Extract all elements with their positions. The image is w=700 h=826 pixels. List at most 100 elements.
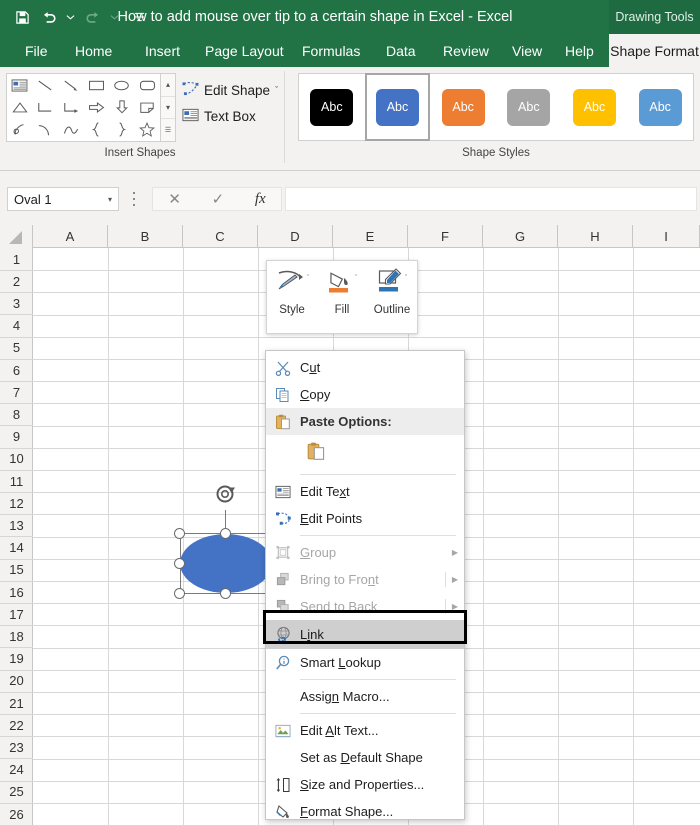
- fill-dropdown-icon[interactable]: ˇ: [355, 275, 357, 282]
- cancel-formula-icon[interactable]: ✕: [168, 190, 181, 208]
- context-menu-item-copy[interactable]: Copy: [266, 381, 464, 408]
- redo-dropdown-icon[interactable]: [110, 9, 119, 26]
- tab-home[interactable]: Home: [66, 34, 121, 67]
- row-header-25[interactable]: 25: [0, 781, 33, 804]
- shapes-scroll-down-icon[interactable]: ▾: [161, 95, 175, 119]
- column-header-i[interactable]: I: [633, 225, 700, 248]
- tab-help[interactable]: Help: [556, 34, 603, 67]
- column-header-g[interactable]: G: [483, 225, 558, 248]
- context-menu-item-smart-lookup[interactable]: Smart Lookup: [266, 649, 464, 676]
- scribble-icon[interactable]: [7, 119, 33, 141]
- row-header-11[interactable]: 11: [0, 470, 33, 493]
- tab-review[interactable]: Review: [434, 34, 498, 67]
- right-brace-icon[interactable]: [109, 119, 135, 141]
- mini-toolbar-style-button[interactable]: ˇ Style: [267, 261, 317, 333]
- rectangle-icon[interactable]: [84, 74, 110, 96]
- triangle-icon[interactable]: [7, 96, 33, 118]
- tab-shape-format[interactable]: Shape Format: [609, 34, 700, 67]
- line-icon[interactable]: [33, 74, 59, 96]
- row-header-26[interactable]: 26: [0, 803, 33, 826]
- shapes-gallery-more-icon[interactable]: ☰: [161, 118, 175, 141]
- insert-function-icon[interactable]: fx: [255, 191, 266, 208]
- undo-icon[interactable]: [40, 9, 57, 26]
- context-menu-item-paste-keep-source[interactable]: [266, 435, 464, 471]
- context-menu-item-edit-text[interactable]: Edit Text: [266, 478, 464, 505]
- name-box-dropdown-icon[interactable]: ▾: [108, 195, 112, 204]
- shape-style-black[interactable]: Abc: [299, 73, 365, 141]
- shape-style-orange[interactable]: Abc: [430, 73, 496, 141]
- mini-toolbar-outline-button[interactable]: ˇ Outline: [367, 261, 417, 333]
- column-header-c[interactable]: C: [183, 225, 258, 248]
- style-dropdown-icon[interactable]: ˇ: [307, 275, 309, 282]
- tab-page-layout[interactable]: Page Layout: [196, 34, 293, 67]
- shape-context-menu[interactable]: Cut Copy Paste Options: Edit Text Edit P…: [265, 350, 465, 820]
- context-menu-item-edit-alt-text[interactable]: Edit Alt Text...: [266, 717, 464, 744]
- star-icon[interactable]: [135, 119, 161, 141]
- edit-shape-button[interactable]: Edit Shape ˇ: [182, 79, 278, 101]
- context-menu-item-link[interactable]: Link: [266, 620, 464, 649]
- row-header-21[interactable]: 21: [0, 692, 33, 715]
- row-header-12[interactable]: 12: [0, 492, 33, 516]
- column-header-a[interactable]: A: [33, 225, 108, 248]
- row-header-9[interactable]: 9: [0, 426, 33, 449]
- customize-qat-icon[interactable]: [134, 9, 145, 26]
- line-arrow-icon[interactable]: [58, 74, 84, 96]
- shapes-gallery-scrollbar[interactable]: ▴ ▾ ☰: [161, 73, 176, 142]
- row-header-3[interactable]: 3: [0, 292, 33, 316]
- tab-data[interactable]: Data: [377, 34, 425, 67]
- recent-textbox-icon[interactable]: [7, 74, 33, 96]
- shape-style-gray[interactable]: Abc: [496, 73, 562, 141]
- enter-formula-icon[interactable]: ✓: [212, 190, 225, 208]
- shape-style-lightblue[interactable]: Abc: [627, 73, 693, 141]
- paste-keep-source-icon[interactable]: [306, 441, 326, 466]
- tab-insert[interactable]: Insert: [136, 34, 189, 67]
- left-brace-icon[interactable]: [84, 119, 110, 141]
- shapes-scroll-up-icon[interactable]: ▴: [161, 74, 175, 96]
- row-header-6[interactable]: 6: [0, 359, 33, 382]
- save-icon[interactable]: [14, 9, 31, 26]
- context-menu-item-format-shape[interactable]: Format Shape...: [266, 798, 464, 825]
- tab-file[interactable]: File: [16, 34, 57, 67]
- shape-mini-toolbar[interactable]: ˇ Style ˇ Fill ˇ Outline: [266, 260, 418, 334]
- context-menu-item-set-default-shape[interactable]: Set as Default Shape: [266, 744, 464, 771]
- context-menu-item-assign-macro[interactable]: Assign Macro...: [266, 683, 464, 710]
- mini-toolbar-fill-button[interactable]: ˇ Fill: [317, 261, 367, 333]
- row-header-24[interactable]: 24: [0, 759, 33, 782]
- down-arrow-icon[interactable]: [109, 96, 135, 118]
- tab-formulas[interactable]: Formulas: [293, 34, 369, 67]
- text-box-button[interactable]: Text Box: [182, 105, 256, 127]
- row-header-16[interactable]: 16: [0, 581, 33, 604]
- row-header-5[interactable]: 5: [0, 337, 33, 360]
- row-header-7[interactable]: 7: [0, 381, 33, 405]
- row-header-8[interactable]: 8: [0, 403, 33, 427]
- redo-icon[interactable]: [84, 9, 101, 26]
- context-menu-item-cut[interactable]: Cut: [266, 354, 464, 381]
- folded-corner-icon[interactable]: [135, 96, 161, 118]
- outline-dropdown-icon[interactable]: ˇ: [405, 275, 407, 282]
- row-header-14[interactable]: 14: [0, 537, 33, 560]
- elbow-connector-icon[interactable]: [33, 96, 59, 118]
- row-header-20[interactable]: 20: [0, 670, 33, 693]
- column-header-d[interactable]: D: [258, 225, 333, 248]
- context-menu-item-edit-points[interactable]: Edit Points: [266, 505, 464, 532]
- formula-input[interactable]: [285, 187, 697, 211]
- undo-dropdown-icon[interactable]: [66, 9, 75, 26]
- shape-style-blue[interactable]: Abc: [364, 73, 431, 141]
- shape-styles-gallery[interactable]: Abc Abc Abc Abc Abc Abc: [298, 73, 694, 141]
- row-header-4[interactable]: 4: [0, 315, 33, 338]
- row-header-13[interactable]: 13: [0, 514, 33, 538]
- insert-shapes-gallery[interactable]: [6, 73, 161, 142]
- column-header-b[interactable]: B: [108, 225, 183, 248]
- shape-style-gold[interactable]: Abc: [562, 73, 628, 141]
- row-header-23[interactable]: 23: [0, 736, 33, 760]
- formula-bar-grip[interactable]: [129, 192, 139, 206]
- elbow-arrow-connector-icon[interactable]: [58, 96, 84, 118]
- row-header-19[interactable]: 19: [0, 648, 33, 671]
- row-header-17[interactable]: 17: [0, 603, 33, 627]
- row-header-15[interactable]: 15: [0, 559, 33, 582]
- context-menu-item-size-and-properties[interactable]: Size and Properties...: [266, 771, 464, 798]
- edit-shape-dropdown-icon[interactable]: ˇ: [275, 85, 278, 95]
- tab-view[interactable]: View: [503, 34, 551, 67]
- right-arrow-icon[interactable]: [84, 96, 110, 118]
- column-header-e[interactable]: E: [333, 225, 408, 248]
